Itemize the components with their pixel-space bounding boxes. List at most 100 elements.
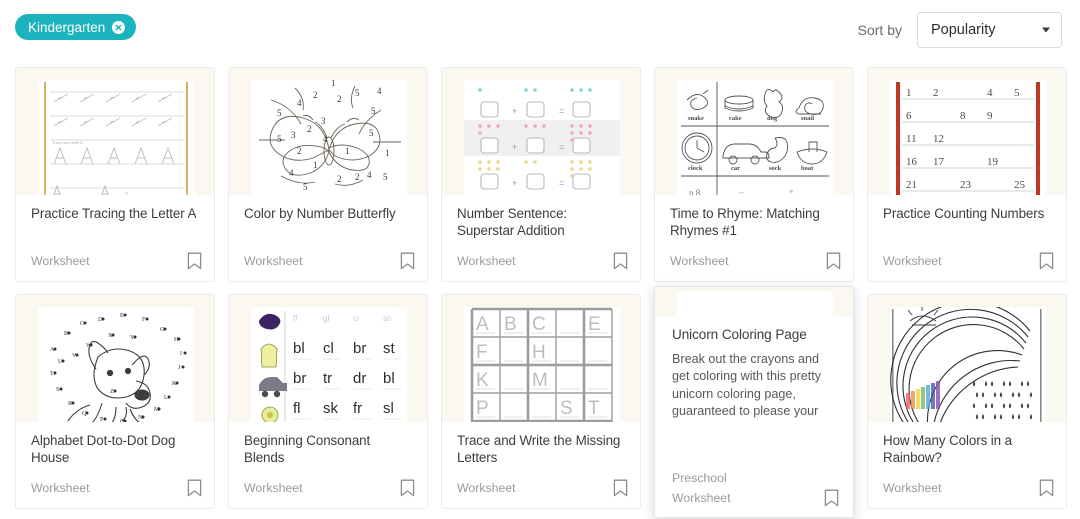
result-card[interactable]: snake cake dog snail clock car sock boat n.8 ~ * Ti… [654,67,854,282]
card-title: How Many Colors in a Rainbow? [883,433,1012,465]
svg-text:~: ~ [739,188,744,195]
svg-text:1: 1 [331,80,336,88]
card-thumbnail[interactable] [655,287,853,317]
svg-text:1: 1 [345,146,350,156]
svg-text:2: 2 [933,87,939,99]
svg-text:16: 16 [906,156,918,168]
svg-text:3: 3 [291,130,296,140]
card-thumbnail[interactable]: ff gl cr sn bl cl br st br tr dr bl fl sk fr sl [229,295,427,422]
svg-text:5: 5 [277,108,282,118]
thumbnail-artwork: A B C D E F G H I J K LM N O P Q R S TU V W X Y Z [38,307,194,422]
result-card-hovered[interactable]: Unicorn Coloring Page Break out the crayo… [654,286,854,518]
svg-text:snail: snail [801,115,814,122]
card-footer: Worksheet [31,479,202,497]
svg-text:X: X [108,333,113,339]
card-thumbnail[interactable]: ABC E F H K M P ST [442,295,640,422]
card-thumbnail[interactable]: Trace and write A n pple [16,68,214,195]
svg-text:1: 1 [906,87,912,99]
svg-text:br: br [353,340,366,357]
thumbnail-artwork: ABC E F H K M P ST [464,307,620,422]
svg-text:sl: sl [383,400,394,417]
svg-text:8: 8 [960,110,966,122]
thumbnail-artwork: 1 2 4 5 6 8 9 11 12 16 17 19 21 23 25 [890,80,1046,195]
svg-text:P: P [476,398,489,419]
svg-text:O: O [120,419,125,422]
svg-text:4: 4 [323,134,328,144]
svg-text:9: 9 [987,110,993,122]
svg-text:tr: tr [323,370,332,387]
bookmark-icon[interactable] [613,252,628,270]
filter-chip-kindergarten[interactable]: Kindergarten [15,14,137,40]
svg-text:E: E [588,314,601,335]
svg-text:5: 5 [303,182,308,192]
bookmark-icon[interactable] [1039,252,1054,270]
bookmark-icon[interactable] [400,479,415,497]
result-card[interactable]: A B C D E F G H I J K L M N O P Q R S T U V W X Y Z Alphabet Dot-t… [15,294,215,509]
bookmark-icon[interactable] [613,479,628,497]
card-footer: Worksheet [883,252,1054,270]
svg-text:cr: cr [353,314,360,323]
svg-text:4: 4 [289,168,294,178]
card-resource-type: Worksheet [883,481,942,495]
card-resource-type: Worksheet [31,481,90,495]
result-card[interactable]: Trace and write A n pple Practice Tracing t… [15,67,215,282]
svg-text:L: L [164,395,168,401]
card-thumbnail[interactable]: 1 2 4 5 6 8 9 11 12 16 17 19 21 23 25 [868,68,1066,195]
bookmark-icon[interactable] [1039,479,1054,497]
card-footer: Worksheet [244,252,415,270]
result-card[interactable]: + = + = + = Number Sentence: Superstar Additio… [441,67,641,282]
card-resource-type: Worksheet [244,254,303,268]
thumbnail-artwork: snake cake dog snail clock car sock boat n.8 ~ * [677,80,833,195]
svg-text:Trace and write A: Trace and write A [52,140,83,145]
sort-select[interactable]: Popularity [917,12,1062,48]
svg-text:D: D [98,317,103,323]
results-grid: Trace and write A n pple Practice Tracing t… [15,67,1067,518]
svg-text:n.8: n.8 [689,188,701,195]
svg-text:19: 19 [987,156,999,168]
svg-text:2: 2 [337,174,342,184]
bookmark-icon[interactable] [400,252,415,270]
svg-text:bl: bl [293,340,305,357]
svg-text:boat: boat [801,165,814,172]
svg-text:4: 4 [377,86,382,96]
svg-text:fl: fl [293,400,301,417]
svg-text:12: 12 [933,133,944,145]
card-thumbnail[interactable]: 542342352122415155454521 [229,68,427,195]
svg-text:fr: fr [353,400,362,417]
svg-text:S: S [56,387,59,393]
result-card[interactable]: 1 2 4 5 6 8 9 11 12 16 17 19 21 23 25 Practice Counting… [867,67,1067,282]
thumbnail-artwork: ff gl cr sn bl cl br st br tr dr bl fl sk fr sl [251,307,407,422]
card-thumbnail[interactable] [868,295,1066,422]
svg-text:sock: sock [769,165,782,172]
result-card[interactable]: ff gl cr sn bl cl br st br tr dr bl fl sk fr sl Beginnin… [228,294,428,509]
bookmark-icon[interactable] [824,489,839,507]
svg-text:E: E [120,313,124,319]
svg-text:pple: pple [112,189,135,195]
result-card[interactable]: How Many Colors in a Rainbow? Worksheet [867,294,1067,509]
card-meta: Alphabet Dot-to-Dot Dog House [16,422,214,466]
card-thumbnail[interactable]: + = + = + = [442,68,640,195]
card-thumbnail[interactable]: snake cake dog snail clock car sock boat n.8 ~ * [655,68,853,195]
bookmark-icon[interactable] [187,479,202,497]
svg-text:R: R [68,401,72,407]
svg-text:Q: Q [82,411,87,417]
svg-text:3: 3 [321,116,326,126]
svg-text:T: T [50,371,54,377]
bookmark-icon[interactable] [826,252,841,270]
svg-text:4: 4 [297,98,302,108]
svg-text:5: 5 [1014,87,1020,99]
result-card[interactable]: A B C E F H K M P S T Trace and Write the Missing L… [441,294,641,509]
svg-text:snake: snake [688,115,704,122]
svg-text:S: S [560,398,573,419]
svg-text:5: 5 [355,88,360,98]
card-thumbnail[interactable]: A B C D E F G H I J K LM N O P Q R S TU V W X Y Z [16,295,214,422]
svg-text:U: U [58,359,63,365]
result-card[interactable]: 5 4 2 3 4 2 3 5 2 1 2 2 4 1 5 1 5 5 4 5 4 5 2 1 Color by Number … [228,67,428,282]
card-description: Break out the crayons and get coloring w… [672,351,822,419]
svg-text:A: A [476,314,489,335]
svg-text:clock: clock [688,165,703,172]
card-meta: Color by Number Butterfly [229,195,427,223]
bookmark-icon[interactable] [187,252,202,270]
close-circle-icon[interactable] [112,20,126,34]
card-title: Alphabet Dot-to-Dot Dog House [31,433,176,465]
